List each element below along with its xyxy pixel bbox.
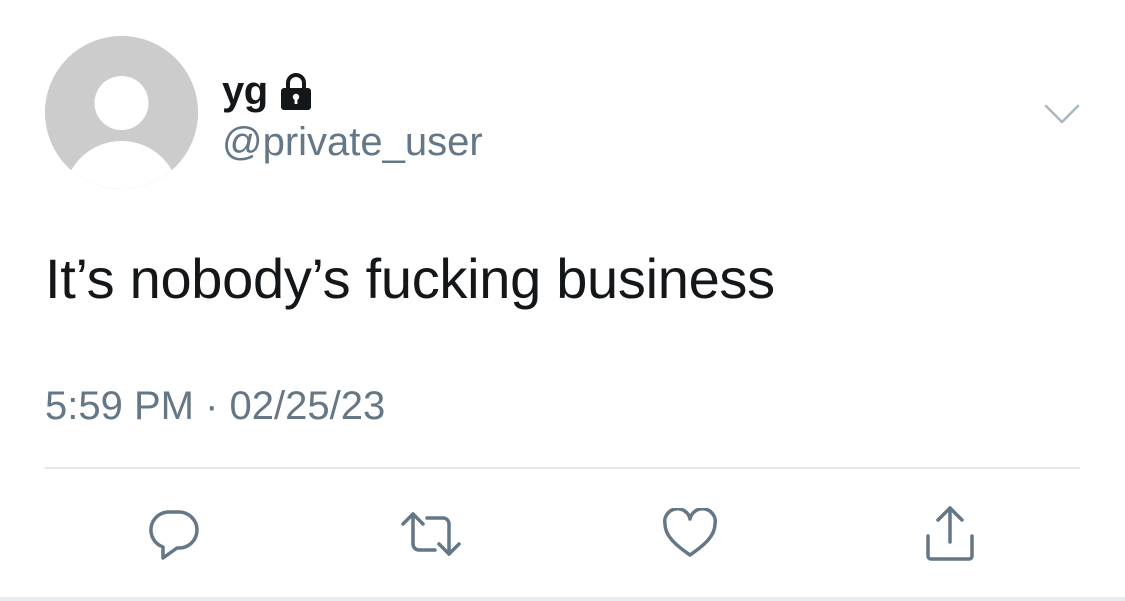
retweet-icon <box>401 512 461 556</box>
avatar[interactable] <box>45 36 198 189</box>
tweet-timestamp[interactable]: 5:59 PM · 02/25/23 <box>45 382 385 430</box>
share-icon <box>926 506 974 561</box>
retweet-button[interactable] <box>399 502 463 566</box>
display-name[interactable]: yg <box>222 68 268 114</box>
lock-icon <box>280 72 312 112</box>
bottom-divider <box>0 597 1125 601</box>
default-avatar-icon <box>45 36 198 189</box>
like-button[interactable] <box>658 502 722 566</box>
tweet-menu-button[interactable] <box>1042 100 1082 128</box>
reply-icon <box>149 510 199 560</box>
reply-button[interactable] <box>143 502 207 566</box>
divider <box>45 467 1080 469</box>
tweet-text: It’s nobody’s fucking business <box>45 247 775 310</box>
share-button[interactable] <box>918 502 982 566</box>
heart-icon <box>663 508 717 557</box>
author-handle[interactable]: @private_user <box>222 118 483 166</box>
chevron-down-icon <box>1044 104 1080 124</box>
author-name-row: yg <box>222 68 312 114</box>
tweet-card: yg @private_user It’s nobody’s fucking b… <box>0 0 1125 601</box>
